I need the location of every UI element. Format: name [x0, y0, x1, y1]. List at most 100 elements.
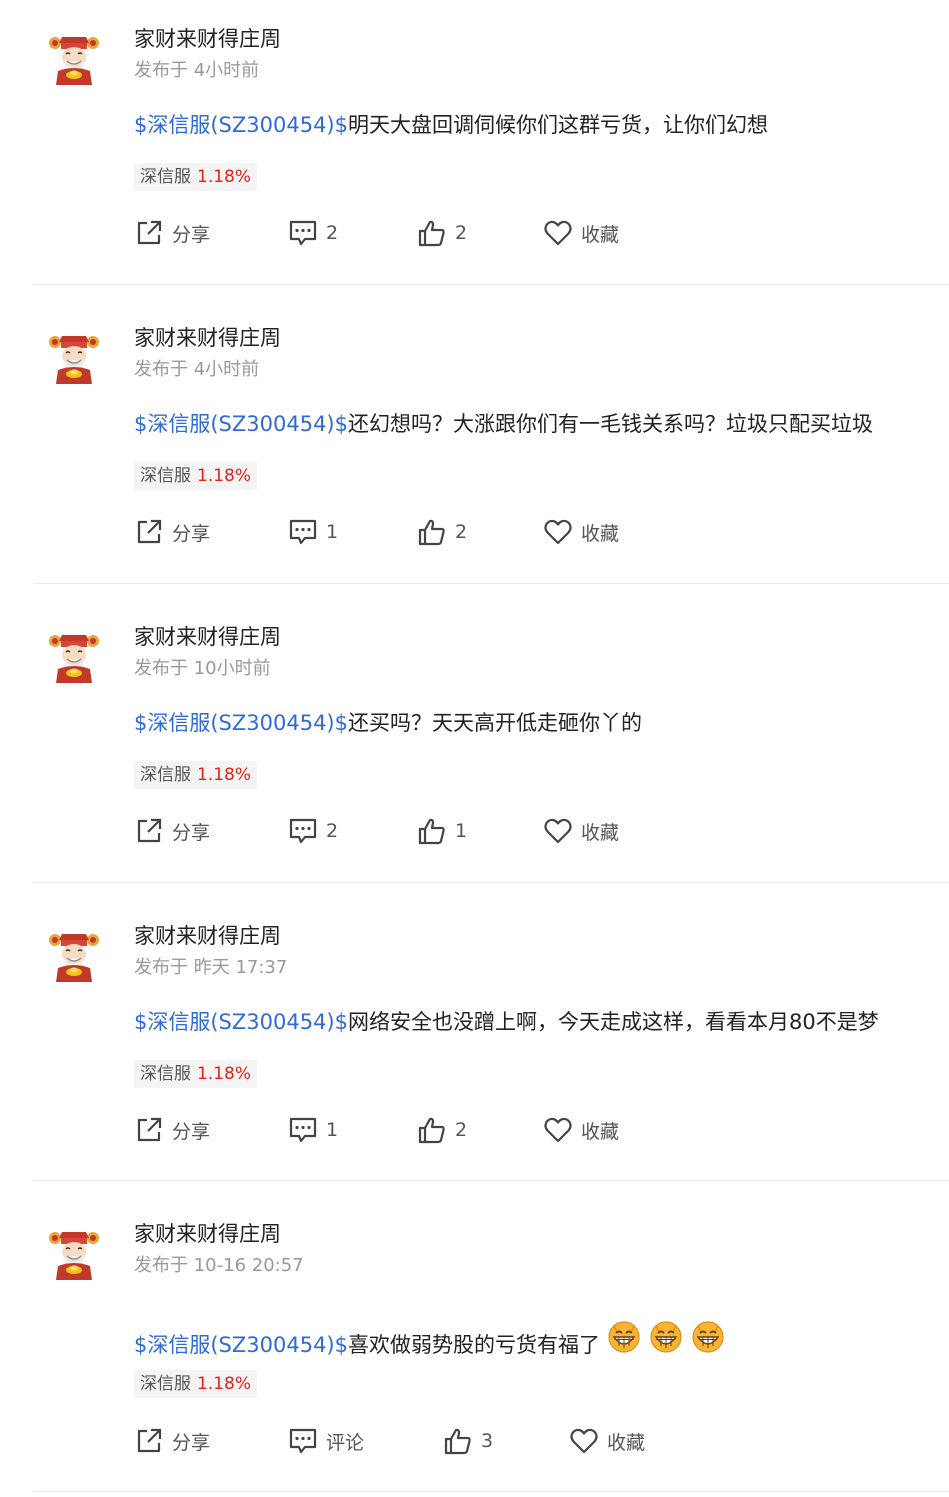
comment-count: 2: [326, 222, 339, 244]
post-item: 家财来财得庄周 发布于 10-16 20:57 $深信服(SZ300454)$喜…: [0, 1195, 949, 1492]
comment-button[interactable]: 1: [288, 1114, 338, 1146]
thumbs-up-icon: [418, 818, 445, 845]
comment-button[interactable]: 评论: [288, 1425, 364, 1457]
share-label: 分享: [172, 1120, 211, 1143]
post-content: $深信服(SZ300454)$喜欢做弱势股的亏货有福了: [134, 1318, 726, 1360]
caishen-avatar-icon: [49, 635, 99, 683]
stock-link[interactable]: $深信服(SZ300454)$: [134, 1010, 348, 1034]
favorite-button[interactable]: 收藏: [543, 516, 619, 548]
thumbs-up-icon: [418, 519, 445, 546]
favorite-label: 收藏: [607, 1431, 646, 1454]
post-item: 家财来财得庄周 发布于 10小时前 $深信服(SZ300454)$还买吗？天天高…: [0, 598, 949, 883]
post-time: 发布于 10小时前: [134, 658, 271, 679]
username[interactable]: 家财来财得庄周: [134, 26, 281, 52]
post-item: 家财来财得庄周 发布于 4小时前 $深信服(SZ300454)$明天大盘回调伺候…: [0, 0, 949, 285]
post-divider: [33, 284, 949, 285]
stock-tag[interactable]: 深信服 1.18%: [134, 761, 258, 789]
heart-icon: [544, 519, 572, 545]
stock-tag-change: 1.18%: [197, 466, 252, 486]
caishen-avatar-icon: [49, 934, 99, 982]
comment-icon: [289, 1428, 317, 1454]
post-actions: 分享 2 1 收藏: [134, 815, 734, 847]
username[interactable]: 家财来财得庄周: [134, 923, 281, 949]
post-time: 发布于 4小时前: [134, 359, 260, 380]
post-actions: 分享 1 2 收藏: [134, 1114, 734, 1146]
post-actions: 分享 1 2 收藏: [134, 516, 734, 548]
comment-count: 1: [326, 521, 339, 543]
stock-link[interactable]: $深信服(SZ300454)$: [134, 113, 348, 137]
share-button[interactable]: 分享: [134, 1114, 210, 1146]
post-content: $深信服(SZ300454)$还幻想吗？大涨跟你们有一毛钱关系吗？垃圾只配买垃圾: [134, 409, 873, 439]
favorite-button[interactable]: 收藏: [543, 217, 619, 249]
stock-tag-change: 1.18%: [197, 167, 252, 187]
stock-tag[interactable]: 深信服 1.18%: [134, 163, 258, 191]
share-label: 分享: [172, 522, 211, 545]
share-icon: [137, 519, 162, 544]
avatar[interactable]: [46, 330, 102, 386]
share-label: 分享: [172, 821, 211, 844]
share-button[interactable]: 分享: [134, 1425, 210, 1457]
post-time: 发布于 10-16 20:57: [134, 1255, 304, 1276]
comment-icon: [289, 519, 317, 545]
post-content: $深信服(SZ300454)$还买吗？天天高开低走砸你丫的: [134, 708, 642, 738]
thumbs-up-icon: [418, 1117, 445, 1144]
grin-emoji-icon: [690, 1318, 726, 1354]
favorite-button[interactable]: 收藏: [543, 1114, 619, 1146]
stock-link[interactable]: $深信服(SZ300454)$: [134, 412, 348, 436]
share-button[interactable]: 分享: [134, 815, 210, 847]
post-text: 还买吗？天天高开低走砸你丫的: [348, 711, 642, 735]
avatar[interactable]: [46, 31, 102, 87]
favorite-button[interactable]: 收藏: [569, 1425, 645, 1457]
heart-icon: [570, 1428, 598, 1454]
stock-tag-name: 深信服: [140, 167, 191, 187]
post-divider: [33, 1491, 949, 1492]
avatar[interactable]: [46, 1226, 102, 1282]
username[interactable]: 家财来财得庄周: [134, 325, 281, 351]
avatar[interactable]: [46, 928, 102, 984]
like-count: 3: [481, 1430, 494, 1452]
like-button[interactable]: 2: [417, 516, 467, 548]
like-button[interactable]: 2: [417, 217, 467, 249]
comment-icon: [289, 1117, 317, 1143]
stock-tag[interactable]: 深信服 1.18%: [134, 462, 258, 490]
favorite-label: 收藏: [581, 522, 620, 545]
stock-tag[interactable]: 深信服 1.18%: [134, 1370, 258, 1398]
comment-button[interactable]: 2: [288, 815, 338, 847]
post-text: 还幻想吗？大涨跟你们有一毛钱关系吗？垃圾只配买垃圾: [348, 412, 873, 436]
stock-tag[interactable]: 深信服 1.18%: [134, 1060, 258, 1088]
favorite-label: 收藏: [581, 1120, 620, 1143]
post-time: 发布于 昨天 17:37: [134, 957, 288, 978]
favorite-label: 收藏: [581, 821, 620, 844]
stock-tag-name: 深信服: [140, 765, 191, 785]
favorite-button[interactable]: 收藏: [543, 815, 619, 847]
stock-link[interactable]: $深信服(SZ300454)$: [134, 1333, 348, 1357]
like-button[interactable]: 2: [417, 1114, 467, 1146]
comment-button[interactable]: 2: [288, 217, 338, 249]
post-divider: [33, 1180, 949, 1181]
username[interactable]: 家财来财得庄周: [134, 624, 281, 650]
comment-count: 1: [326, 1119, 339, 1141]
avatar[interactable]: [46, 629, 102, 685]
like-count: 2: [455, 521, 468, 543]
comment-icon: [289, 818, 317, 844]
share-icon: [137, 1428, 162, 1453]
comment-button[interactable]: 1: [288, 516, 338, 548]
stock-tag-change: 1.18%: [197, 1374, 252, 1394]
share-button[interactable]: 分享: [134, 516, 210, 548]
like-button[interactable]: 3: [443, 1425, 493, 1457]
share-button[interactable]: 分享: [134, 217, 210, 249]
stock-tag-name: 深信服: [140, 466, 191, 486]
post-text: 明天大盘回调伺候你们这群亏货，让你们幻想: [348, 113, 768, 137]
caishen-avatar-icon: [49, 37, 99, 85]
post-item: 家财来财得庄周 发布于 4小时前 $深信服(SZ300454)$还幻想吗？大涨跟…: [0, 299, 949, 584]
caishen-avatar-icon: [49, 1232, 99, 1280]
like-button[interactable]: 1: [417, 815, 467, 847]
post-actions: 分享 2 2 收藏: [134, 217, 734, 249]
heart-icon: [544, 818, 572, 844]
username[interactable]: 家财来财得庄周: [134, 1221, 281, 1247]
like-count: 1: [455, 820, 468, 842]
thumbs-up-icon: [444, 1428, 471, 1455]
stock-tag-change: 1.18%: [197, 765, 252, 785]
share-icon: [137, 818, 162, 843]
stock-link[interactable]: $深信服(SZ300454)$: [134, 711, 348, 735]
